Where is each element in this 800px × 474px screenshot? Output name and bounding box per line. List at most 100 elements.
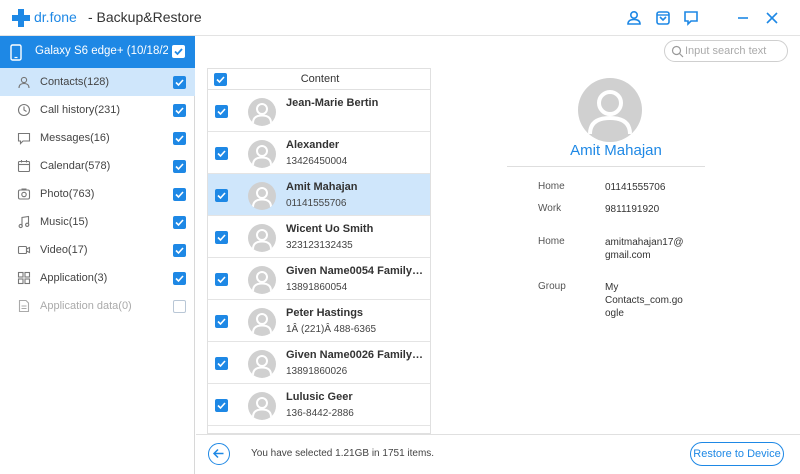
messages-icon [17,132,31,145]
call-history-icon [17,103,31,117]
footer-bar: You have selected 1.21GB in 1751 items. … [196,434,800,474]
contact-list: Content Jean-Marie Bertin Alexander 1342… [207,68,431,434]
field-value: 01141555706 [605,182,666,193]
avatar [248,140,276,168]
cart-icon[interactable] [653,8,673,28]
sidebar-item-video[interactable]: Video(17) [0,236,195,264]
row-checkbox[interactable] [215,357,228,370]
contact-phone: 323123132435 [286,240,353,251]
sidebar: Galaxy S6 edge+ (10/18/2 Contacts(128) C… [0,36,195,474]
contact-detail-panel: Amit Mahajan Home 01141555706 Work 98111… [432,68,800,434]
avatar [248,98,276,126]
table-row[interactable]: Jean-Marie Bertin [208,90,430,132]
sidebar-item-label: Application data(0) [40,300,132,312]
sidebar-item-label: Calendar(578) [40,160,111,172]
person-icon [252,397,272,418]
sidebar-item-messages[interactable]: Messages(16) [0,124,195,152]
person-icon [252,187,272,208]
sidebar-item-application[interactable]: Application(3) [0,264,195,292]
avatar [248,182,276,210]
contact-name: Peter Hastings [286,307,364,319]
restore-to-device-button[interactable]: Restore to Device [690,442,784,466]
avatar [248,266,276,294]
contact-phone: 01141555706 [286,198,347,209]
arrow-left-icon [212,448,224,459]
sidebar-item-label: Video(17) [40,244,88,256]
row-checkbox[interactable] [215,399,228,412]
close-icon[interactable] [762,8,782,28]
category-checkbox[interactable] [173,76,186,89]
table-row[interactable]: Amit Mahajan 01141555706 [208,174,430,216]
column-header-content: Content [300,73,340,85]
minimize-icon[interactable] [733,8,753,28]
account-icon[interactable] [624,8,644,28]
person-icon [252,271,272,292]
contact-phone: 136-8442-2886 [286,408,354,419]
row-checkbox[interactable] [215,315,228,328]
contact-name: Amit Mahajan [286,181,358,193]
table-row[interactable]: Given Name0026 Family Na... 13891860026 [208,342,430,384]
sidebar-item-contacts[interactable]: Contacts(128) [0,68,195,96]
category-checkbox[interactable] [173,132,186,145]
sidebar-item-label: Music(15) [40,216,89,228]
table-row[interactable]: Lulusic Geer 136-8442-2886 [208,384,430,426]
feedback-icon[interactable] [681,8,701,28]
row-checkbox[interactable] [215,231,228,244]
category-checkbox[interactable] [173,188,186,201]
search-input[interactable] [685,43,783,59]
sidebar-item-label: Messages(16) [40,132,110,144]
calendar-icon [17,160,31,173]
back-button[interactable] [208,443,230,465]
divider [507,166,705,167]
row-checkbox[interactable] [215,189,228,202]
application-icon [17,271,31,285]
contact-name: Jean-Marie Bertin [286,97,379,109]
sidebar-item-music[interactable]: Music(15) [0,208,195,236]
sidebar-item-label: Contacts(128) [40,76,110,88]
row-checkbox[interactable] [215,147,228,160]
row-checkbox[interactable] [215,273,228,286]
table-row[interactable]: Wicent Uo Smith 323123132435 [208,216,430,258]
sidebar-item-label: Call history(231) [40,104,121,116]
category-checkbox[interactable] [173,272,186,285]
sidebar-item-photo[interactable]: Photo(763) [0,180,195,208]
search-icon [671,45,684,58]
selection-status: You have selected 1.21GB in 1751 items. [251,448,435,459]
category-checkbox[interactable] [173,160,186,173]
field-label: Home [538,236,565,247]
person-icon [252,355,272,376]
contact-phone: 13891860054 [286,282,348,293]
contact-name: Wicent Uo Smith [286,223,374,235]
contact-phone: 13426450004 [286,156,348,167]
sidebar-item-calendar[interactable]: Calendar(578) [0,152,195,180]
device-selector[interactable]: Galaxy S6 edge+ (10/18/2 [0,36,195,68]
category-checkbox[interactable] [173,104,186,117]
contact-phone: 1Â (221)Â 488-6365 [286,324,377,335]
sidebar-item-label: Photo(763) [40,188,95,200]
person-icon [252,313,272,334]
field-value: amitmahajan17@ gmail.com [605,237,684,261]
contact-name: Lulusic Geer [286,391,353,403]
table-row[interactable]: Alexander 13426450004 [208,132,430,174]
table-row[interactable]: Peter Hastings 1Â (221)Â 488-6365 [208,300,430,342]
photo-icon [17,188,31,200]
drfone-logo-icon [12,9,30,27]
category-checkbox[interactable] [173,244,186,257]
device-name: Galaxy S6 edge+ (10/18/2 [35,45,168,57]
music-icon [18,215,30,229]
sidebar-item-call-history[interactable]: Call history(231) [0,96,195,124]
contact-name: Alexander [286,139,340,151]
category-checkbox[interactable] [173,300,186,313]
device-checkbox[interactable] [172,45,185,58]
row-checkbox[interactable] [215,105,228,118]
video-icon [17,245,31,255]
detail-avatar [578,78,642,142]
field-label: Work [538,203,562,214]
contact-phone: 13891860026 [286,366,348,377]
table-row[interactable]: Given Name0054 Family Na... 13891860054 [208,258,430,300]
avatar [248,224,276,252]
category-checkbox[interactable] [173,216,186,229]
field-label: Group [538,281,566,292]
sidebar-item-application-data[interactable]: Application data(0) [0,292,195,320]
contact-name: Given Name0026 Family Na... [286,349,424,361]
